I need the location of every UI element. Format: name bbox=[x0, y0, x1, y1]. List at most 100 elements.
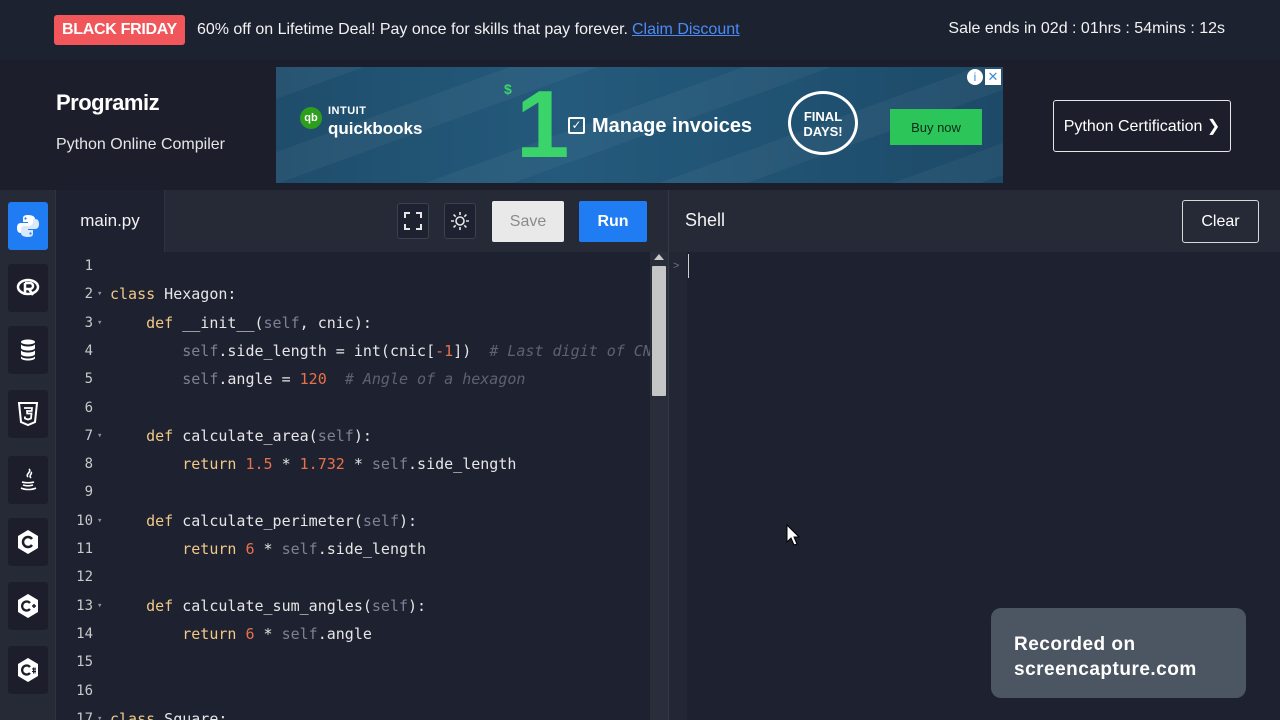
code-line[interactable]: 3 ▾ def __init__(self, cnic): bbox=[56, 309, 650, 337]
code-editor-panel: main.py Save Run 1 2 ▾ class Hexagon: 3 ▾ def… bbox=[56, 190, 668, 720]
csharp-icon bbox=[18, 658, 38, 682]
python-icon bbox=[17, 215, 39, 237]
code-line[interactable]: 5 self.angle = 120 # Angle of a hexagon bbox=[56, 365, 650, 393]
code-line[interactable]: 9 bbox=[56, 478, 650, 506]
code-line[interactable]: 12 bbox=[56, 563, 650, 591]
code-token: def bbox=[146, 596, 174, 615]
fold-arrow-icon[interactable]: ▾ bbox=[97, 422, 102, 450]
code-token: calculate_sum_angles( bbox=[173, 596, 372, 615]
claim-discount-link[interactable]: Claim Discount bbox=[632, 21, 740, 39]
tab-main-py[interactable]: main.py bbox=[56, 190, 165, 252]
fold-arrow-icon[interactable]: ▾ bbox=[97, 705, 102, 720]
ad-banner[interactable]: qb INTUIT quickbooks $ 1 ✓ Manage invoic… bbox=[276, 67, 1003, 183]
code-token: self bbox=[362, 511, 399, 530]
scroll-up-arrow-icon[interactable] bbox=[654, 254, 664, 260]
code-token: ]) bbox=[453, 341, 490, 360]
lang-sql[interactable] bbox=[8, 326, 48, 374]
lang-html[interactable] bbox=[8, 390, 48, 438]
fold-arrow-icon[interactable]: ▾ bbox=[97, 309, 102, 337]
code-token: .side_length = int(cnic[ bbox=[218, 341, 436, 360]
code-token: self bbox=[281, 540, 318, 558]
shell-prompt: > bbox=[673, 260, 680, 272]
fold-arrow-icon[interactable]: ▾ bbox=[97, 592, 102, 620]
code-line[interactable]: 14 return 6 * self.angle bbox=[56, 620, 650, 648]
recording-watermark: Recorded on screencapture.com bbox=[991, 608, 1246, 698]
ad-buy-now-button[interactable]: Buy now bbox=[890, 109, 982, 145]
clear-button[interactable]: Clear bbox=[1182, 200, 1259, 243]
code-token: * bbox=[254, 540, 282, 558]
html5-icon bbox=[17, 402, 39, 427]
code-text: self.side_length = int(cnic[-1]) # Last … bbox=[110, 337, 650, 365]
code-token: .side_length bbox=[408, 455, 517, 474]
code-line[interactable]: 15 bbox=[56, 648, 650, 676]
code-text: return 1.5 * 1.732 * self.side_length bbox=[110, 450, 516, 478]
promo-text: 60% off on Lifetime Deal! Pay once for s… bbox=[196, 21, 628, 38]
line-number: 13 bbox=[76, 597, 93, 614]
code-token: return bbox=[182, 624, 237, 643]
code-token: -1 bbox=[435, 341, 454, 360]
code-token: * bbox=[254, 624, 282, 643]
final-days-badge: FINAL DAYS! bbox=[788, 91, 858, 155]
editor-scrollbar[interactable] bbox=[650, 252, 668, 720]
code-line[interactable]: 4 self.side_length = int(cnic[-1]) # Las… bbox=[56, 337, 650, 365]
fold-arrow-icon[interactable]: ▾ bbox=[97, 507, 102, 535]
shell-title: Shell bbox=[685, 210, 726, 230]
code-area[interactable]: 1 2 ▾ class Hexagon: 3 ▾ def __init__(self, c… bbox=[56, 252, 650, 720]
watermark-line2: screencapture.com bbox=[1014, 659, 1197, 680]
code-token: calculate_area( bbox=[173, 426, 318, 445]
code-line[interactable]: 2 ▾ class Hexagon: bbox=[56, 280, 650, 308]
lang-r[interactable] bbox=[8, 264, 48, 312]
r-icon bbox=[16, 278, 40, 296]
code-line[interactable]: 7 ▾ def calculate_area(self): bbox=[56, 422, 650, 450]
code-line[interactable]: 16 bbox=[56, 677, 650, 705]
code-token: calculate_perimeter( bbox=[173, 511, 363, 530]
lang-python[interactable] bbox=[8, 202, 48, 250]
save-button[interactable]: Save bbox=[492, 201, 564, 242]
line-number: 4 bbox=[84, 342, 93, 359]
code-token: return bbox=[182, 455, 237, 474]
code-token: Square: bbox=[155, 709, 228, 720]
code-text: self.angle = 120 # Angle of a hexagon bbox=[110, 365, 525, 393]
code-line[interactable]: 1 bbox=[56, 252, 650, 280]
code-token: __init__( bbox=[173, 313, 264, 332]
fullscreen-button[interactable] bbox=[397, 203, 429, 239]
code-token: self bbox=[371, 596, 409, 615]
python-certification-button[interactable]: Python Certification ❯ bbox=[1053, 100, 1231, 152]
programiz-logo[interactable]: Programiz bbox=[56, 90, 160, 116]
lang-c[interactable] bbox=[8, 518, 48, 566]
code-line[interactable]: 8 return 1.5 * 1.732 * self.side_length bbox=[56, 450, 650, 478]
code-token: self bbox=[182, 370, 219, 389]
run-button[interactable]: Run bbox=[579, 201, 647, 242]
scrollbar-thumb[interactable] bbox=[652, 266, 666, 396]
code-text: return 6 * self.angle bbox=[110, 620, 372, 648]
code-line[interactable]: 10 ▾ def calculate_perimeter(self): bbox=[56, 507, 650, 535]
line-number: 3 bbox=[84, 314, 93, 331]
code-line[interactable]: 13 ▾ def calculate_sum_angles(self): bbox=[56, 592, 650, 620]
ad-info-icon[interactable]: i bbox=[967, 69, 983, 85]
fold-arrow-icon[interactable]: ▾ bbox=[97, 280, 102, 308]
ad-headline: Manage invoices bbox=[592, 115, 753, 137]
lang-cpp[interactable] bbox=[8, 582, 48, 630]
line-number: 17 bbox=[76, 710, 93, 720]
shell-gutter bbox=[669, 252, 687, 720]
code-line[interactable]: 17 ▾ class Square: bbox=[56, 705, 650, 720]
code-line[interactable]: 6 bbox=[56, 394, 650, 422]
lang-csharp[interactable] bbox=[8, 646, 48, 694]
code-line[interactable]: 11 return 6 * self.side_length bbox=[56, 535, 650, 563]
page-subtitle: Python Online Compiler bbox=[56, 136, 225, 153]
ad-big-number: 1 bbox=[516, 71, 570, 178]
code-text: def calculate_perimeter(self): bbox=[110, 507, 417, 535]
ad-close-icon[interactable]: ✕ bbox=[985, 69, 1001, 85]
ad-brand-name: quickbooks bbox=[328, 119, 423, 138]
code-token: Hexagon: bbox=[155, 285, 237, 304]
code-text: class Hexagon: bbox=[110, 280, 236, 308]
theme-toggle-button[interactable] bbox=[444, 203, 476, 239]
line-number: 16 bbox=[76, 682, 93, 699]
shell-caret bbox=[688, 254, 689, 278]
lang-java[interactable] bbox=[8, 456, 48, 504]
line-number: 14 bbox=[76, 625, 93, 642]
code-token: 120 bbox=[299, 370, 327, 389]
